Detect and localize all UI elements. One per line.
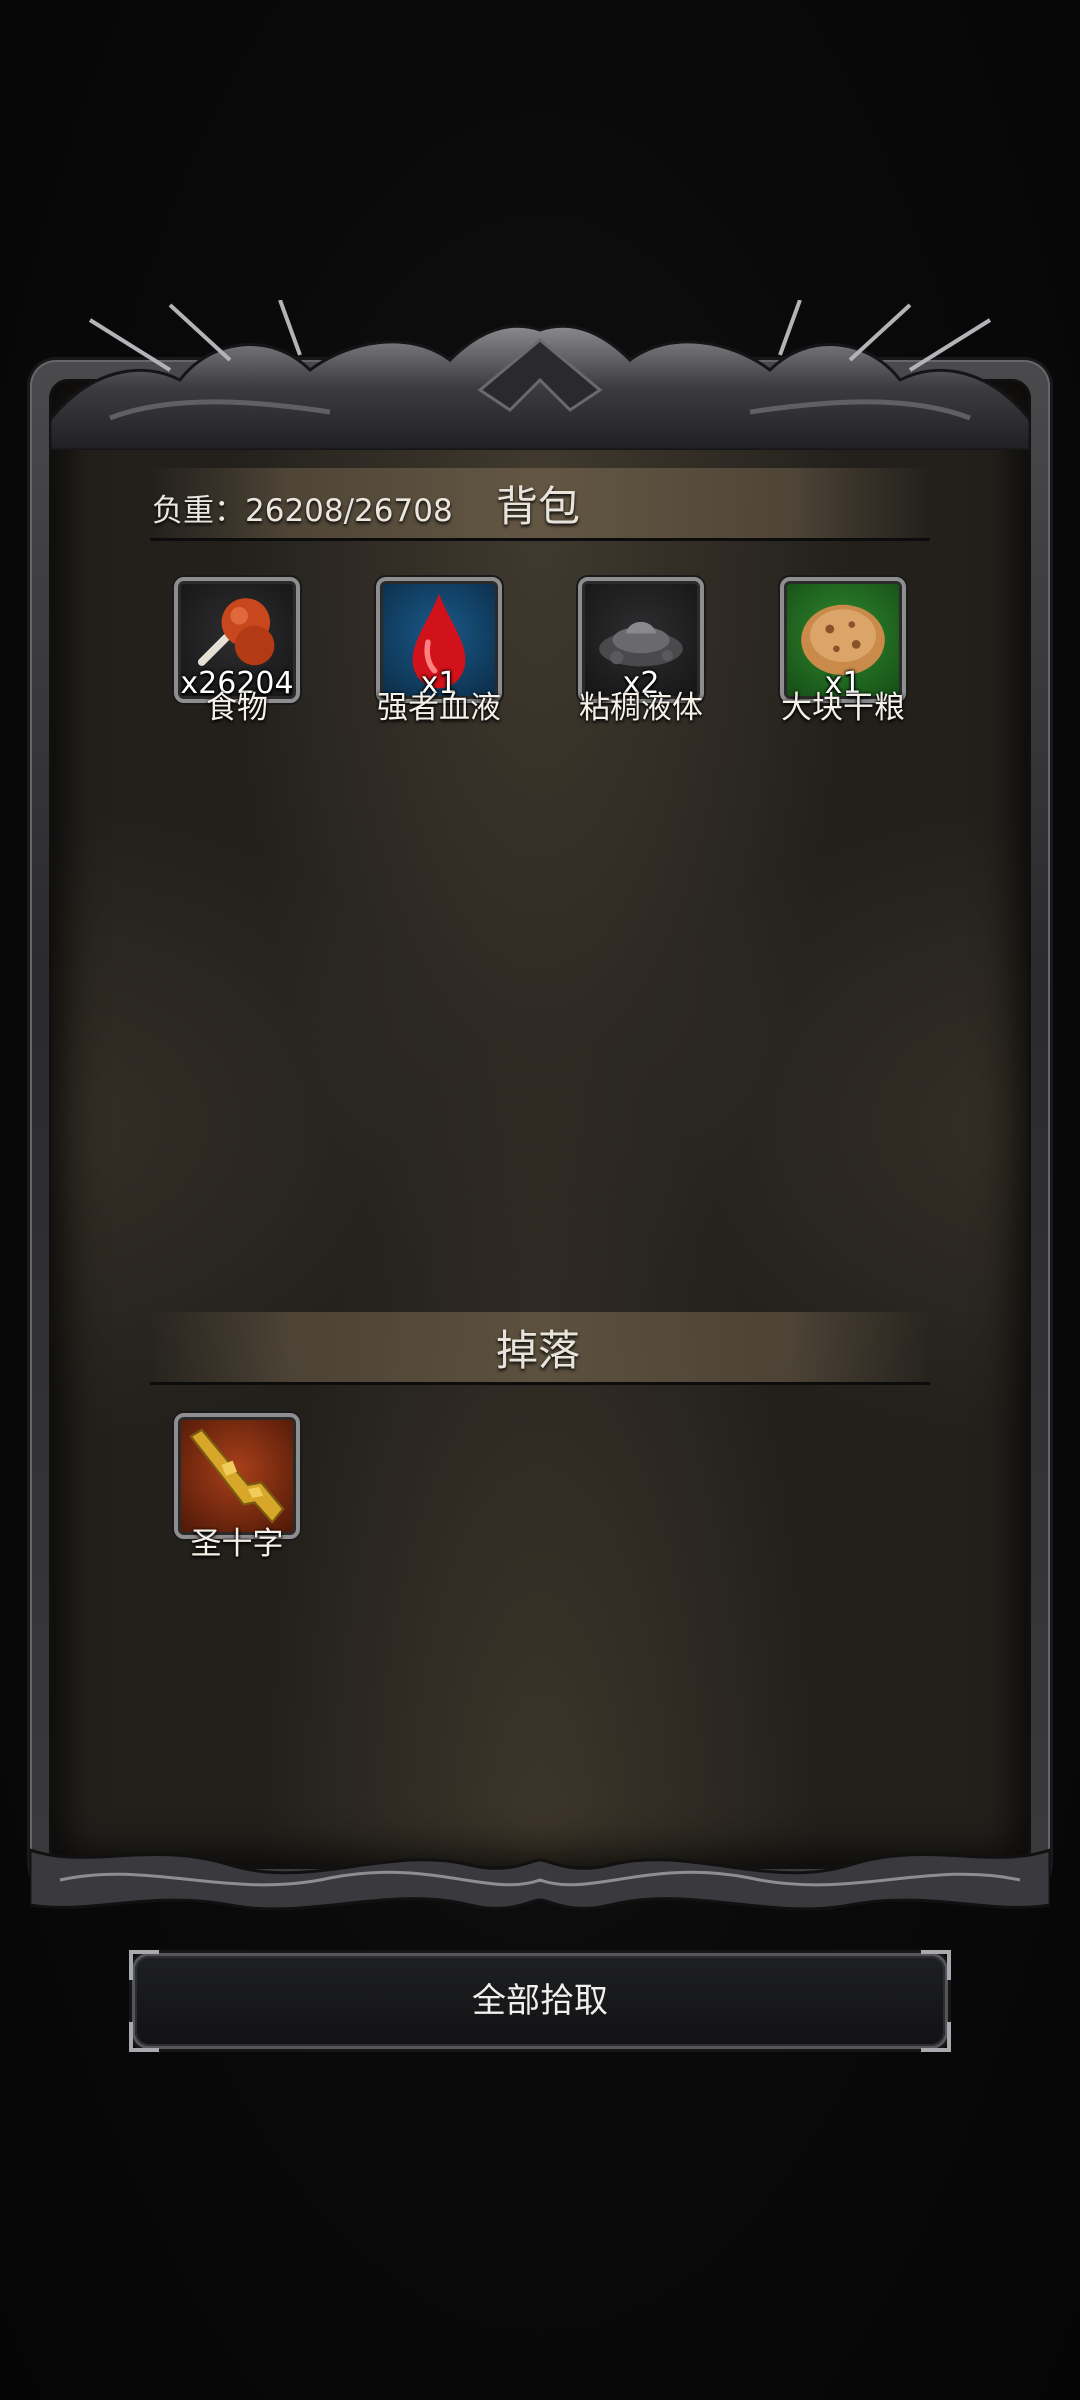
inventory-slot-sticky-liquid[interactable]: x2 [578,577,704,703]
pickup-all-button[interactable]: 全部拾取 [129,1950,951,2052]
button-corner-ornament [921,2022,951,2052]
pickup-all-label: 全部拾取 [472,1981,608,2021]
item-name-holy-cross: 圣十字 [190,1526,284,1562]
inventory-slot-large-ration[interactable]: x1 [780,577,906,703]
button-corner-ornament [129,1950,159,1980]
button-corner-ornament [921,1950,951,1980]
item-name-food: 食物 [206,690,268,726]
weight-label: 负重：26208/26708 [152,493,453,529]
item-name-sticky-liquid: 粘稠液体 [579,690,703,726]
button-corner-ornament [129,2022,159,2052]
golden-rifle-icon [182,1421,292,1531]
drops-title: 掉落 [496,1326,581,1375]
drop-slot-holy-cross[interactable] [174,1413,300,1539]
ornate-crest-icon [50,300,1030,450]
ornate-footer-icon [30,1830,1050,1920]
inventory-title: 背包 [496,482,581,531]
inventory-slot-strong-blood[interactable]: x1 [376,577,502,703]
item-name-large-ration: 大块干粮 [781,690,905,726]
item-name-strong-blood: 强者血液 [377,690,501,726]
game-screen: 负重：26208/26708 背包 x26204 食物 x1 强者血液 x2 粘… [0,0,1080,2400]
inventory-slot-food[interactable]: x26204 [174,577,300,703]
